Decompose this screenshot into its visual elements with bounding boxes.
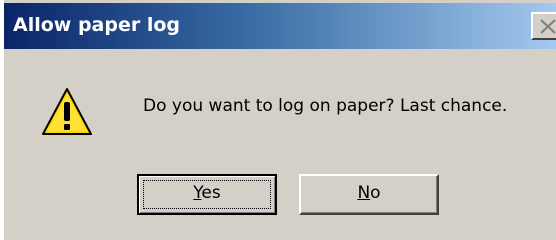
close-icon [540,19,556,34]
no-label-rest: o [370,183,381,203]
yes-button[interactable]: Yes [137,174,277,215]
title-bar[interactable]: Allow paper log [4,3,556,49]
yes-button-label: Yes [193,183,220,203]
close-button[interactable] [531,12,556,40]
no-button-label: No [357,183,380,203]
no-button[interactable]: No [299,174,439,215]
dialog-title: Allow paper log [13,14,181,36]
warning-icon [42,88,92,135]
yes-label-rest: es [201,183,221,203]
no-mnemonic: N [357,183,371,203]
dialog-window: Allow paper log Do you want to log on pa… [3,0,556,240]
dialog-message: Do you want to log on paper? Last chance… [143,96,508,116]
